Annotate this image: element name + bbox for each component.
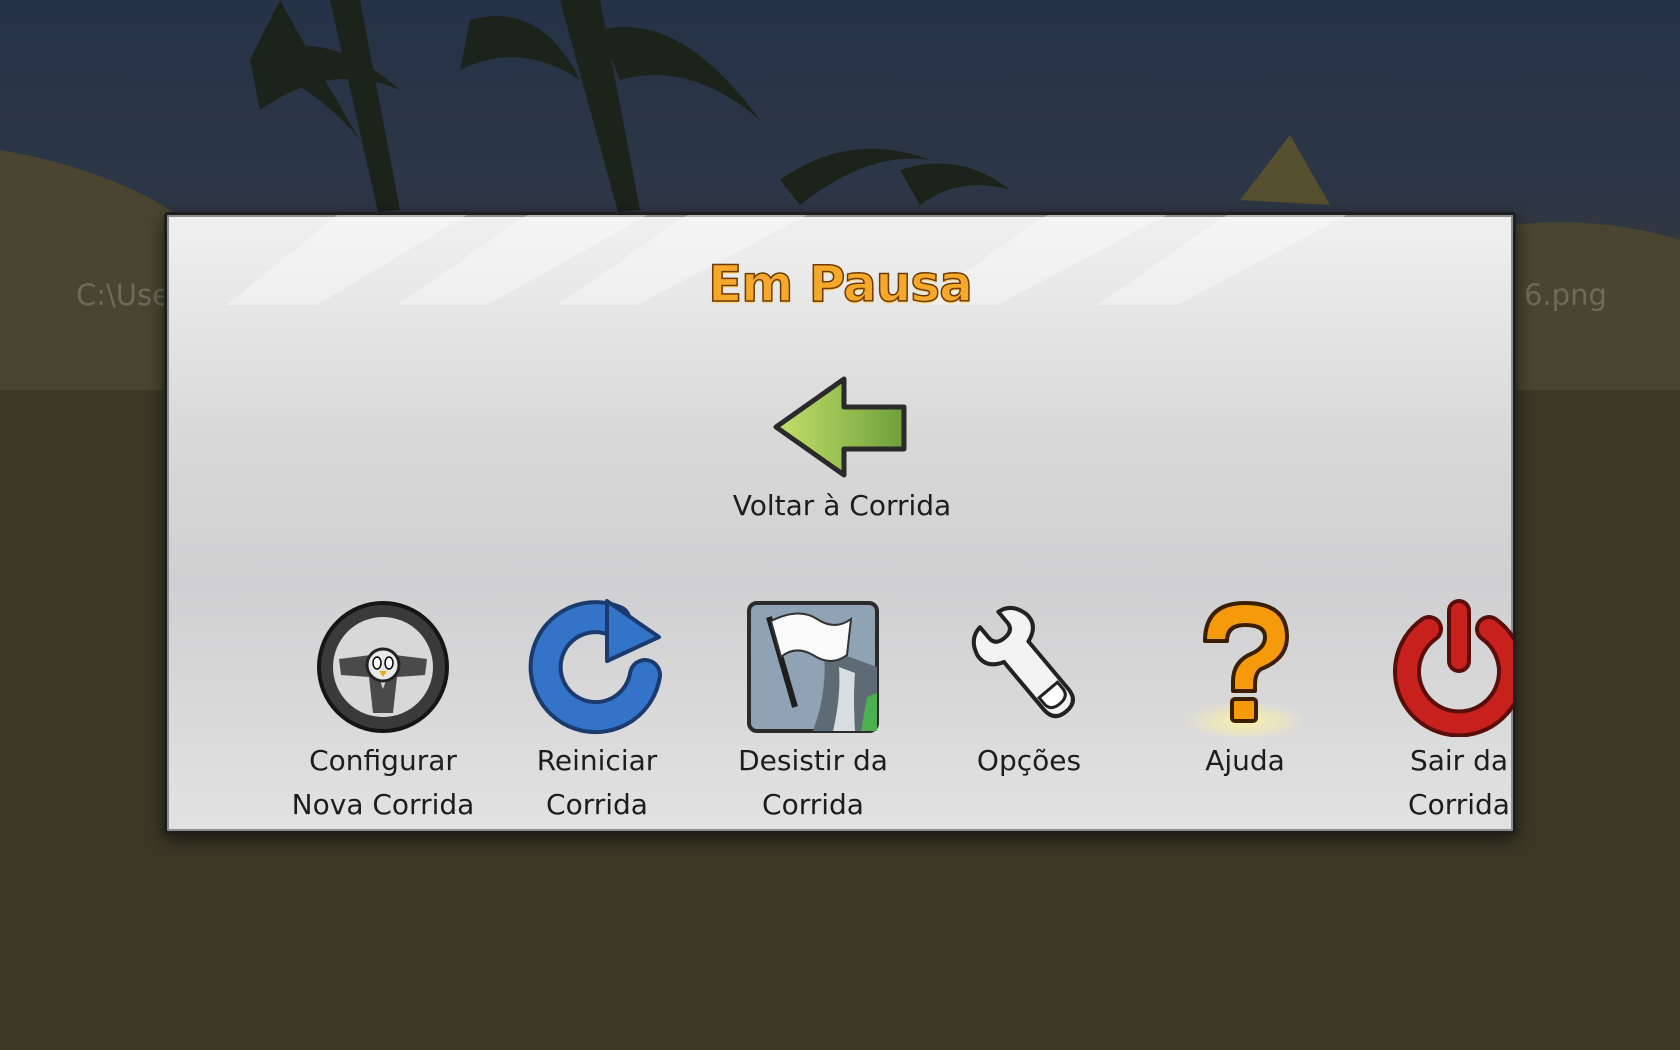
power-icon [1393,599,1513,737]
wrench-icon [971,606,1075,719]
quit-race-label: Sair da Corrida [1408,744,1510,821]
help-label: Ajuda [1205,744,1285,777]
options-button[interactable]: Opções [929,597,1129,783]
setup-new-race-button[interactable]: Configurar Nova Corrida [283,597,483,827]
restart-race-button[interactable]: Reiniciar Corrida [497,597,697,827]
restart-arrow-icon [528,599,662,735]
dialog-title: Em Pausa [707,254,973,314]
abort-race-button[interactable]: Desistir da Corrida [713,597,913,827]
white-flag-icon [747,601,879,733]
help-button[interactable]: Ajuda [1145,597,1345,783]
setup-new-race-label: Configurar Nova Corrida [291,744,475,821]
resume-race-label: Voltar à Corrida [732,489,952,522]
pause-dialog: Em Pausa Voltar à Corrida Configurar Nov… [164,212,1516,834]
question-mark-icon [1185,601,1305,737]
restart-race-label: Reiniciar Corrida [536,744,658,821]
options-label: Opções [976,744,1082,777]
steering-wheel-icon [317,601,449,733]
quit-race-button[interactable]: Sair da Corrida [1359,597,1513,827]
abort-race-label: Desistir da Corrida [738,744,888,821]
resume-race-button[interactable]: Voltar à Corrida [707,375,977,522]
background-file-path-right: 6.png [1524,278,1607,312]
background-file-path-left: C:\Use [76,278,170,312]
back-arrow-icon [773,376,907,478]
